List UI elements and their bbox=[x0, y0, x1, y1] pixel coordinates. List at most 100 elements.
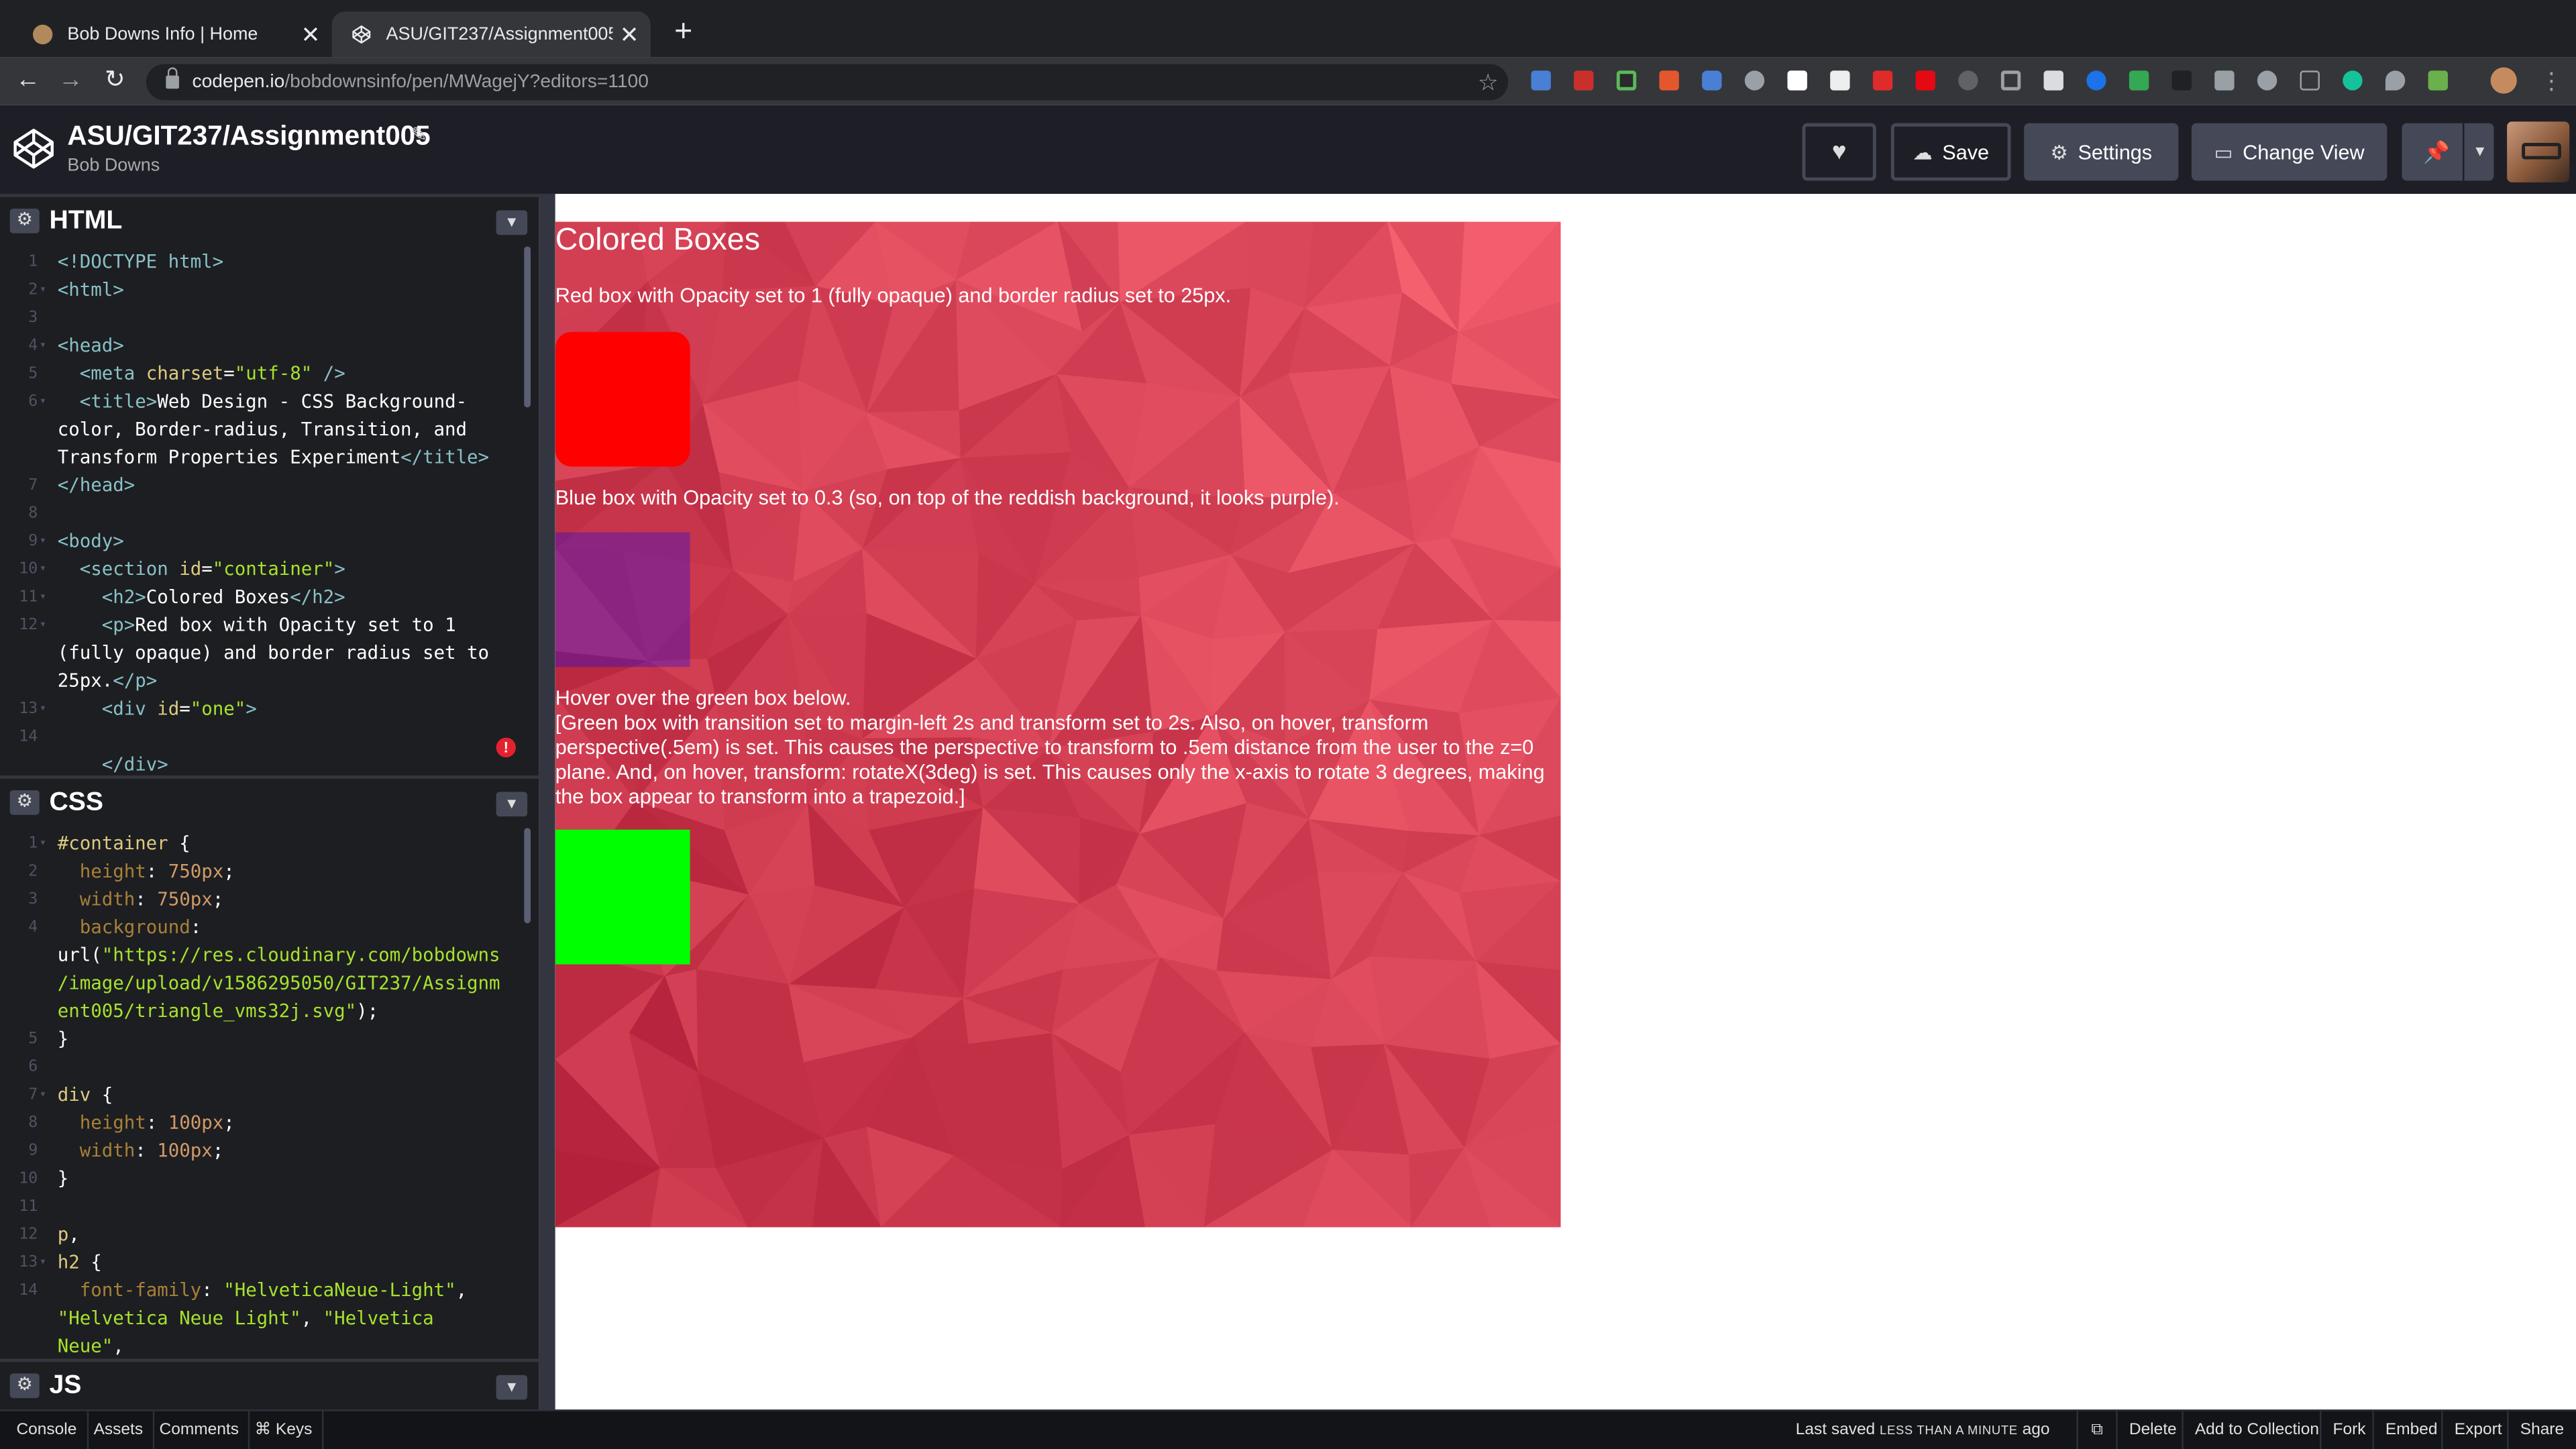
fold-arrow-icon[interactable]: ▾ bbox=[40, 276, 46, 304]
fold-arrow-icon[interactable]: ▾ bbox=[40, 583, 46, 611]
line-number: 1 bbox=[28, 835, 38, 853]
green-box[interactable] bbox=[555, 829, 690, 965]
css-pane-chevron-down-icon[interactable]: ▼ bbox=[496, 792, 528, 817]
gray-extension-icon[interactable] bbox=[1958, 70, 1978, 91]
translate-extension-icon[interactable] bbox=[1531, 70, 1551, 91]
code-text: </head> bbox=[58, 472, 135, 500]
pen-author[interactable]: Bob Downs bbox=[67, 156, 160, 176]
user-avatar[interactable] bbox=[2507, 121, 2570, 182]
stack-extension-icon[interactable] bbox=[2257, 70, 2277, 91]
red-extension-icon[interactable] bbox=[1574, 70, 1594, 91]
js-settings-gear-icon[interactable]: ⚙ bbox=[9, 1373, 40, 1399]
line-number: 10 bbox=[19, 560, 38, 579]
comments-button[interactable]: Comments bbox=[150, 1411, 251, 1449]
code-text: <head> bbox=[58, 332, 124, 360]
open-external-icon[interactable]: ⧉ bbox=[2076, 1411, 2116, 1449]
keys-button[interactable]: ⌘ Keys bbox=[245, 1411, 324, 1449]
js-pane-chevron-down-icon[interactable]: ▼ bbox=[496, 1375, 528, 1400]
instapaper-extension-icon[interactable] bbox=[1787, 70, 1807, 91]
chevron-down-icon[interactable]: ▼ bbox=[2463, 123, 2487, 181]
download-extension-icon[interactable] bbox=[2000, 70, 2021, 91]
code-text: background: bbox=[58, 914, 202, 942]
location-extension-icon[interactable] bbox=[2385, 70, 2406, 91]
editor-resize-handle[interactable] bbox=[539, 193, 555, 1410]
embed-button[interactable]: Embed bbox=[2372, 1411, 2449, 1449]
sheet-extension-icon[interactable] bbox=[2428, 70, 2448, 91]
close-tab-icon[interactable]: ✕ bbox=[612, 21, 645, 49]
edit-pencil-icon[interactable]: ✎ bbox=[411, 123, 427, 146]
fold-arrow-icon[interactable]: ▾ bbox=[40, 830, 46, 858]
share-button[interactable]: Share bbox=[2507, 1411, 2575, 1449]
camera-extension-icon[interactable] bbox=[1702, 70, 1722, 91]
code-token: (fully opaque) and border radius set to bbox=[57, 642, 490, 664]
fold-arrow-icon[interactable]: ▾ bbox=[40, 1081, 46, 1109]
css-code-editor[interactable]: 1 ▾ #container {2 height: 750px; 3 width: 7… bbox=[0, 826, 539, 1359]
code-token: /image/upload/v1586295050/GIT237/Assignm bbox=[57, 972, 500, 994]
profile-avatar-icon[interactable] bbox=[2490, 67, 2517, 94]
netflix-extension-icon[interactable] bbox=[1915, 70, 1935, 91]
code-token: Neue" bbox=[57, 1336, 113, 1357]
fold-arrow-icon[interactable]: ▾ bbox=[40, 695, 46, 723]
browser-tab-bob-downs-info[interactable]: Bob Downs Info | Home ✕ bbox=[13, 11, 332, 58]
css-settings-gear-icon[interactable]: ⚙ bbox=[9, 790, 40, 815]
html-code-editor[interactable]: 1 <!DOCTYPE html> 2 ▾ <html> 3 4 ▾ <head> 5 <meta… bbox=[0, 244, 539, 775]
screenshot-extension-icon[interactable] bbox=[2300, 70, 2320, 91]
html-settings-gear-icon[interactable]: ⚙ bbox=[9, 209, 40, 233]
line-number: 7 bbox=[28, 476, 38, 495]
html-editor-scrollbar[interactable] bbox=[524, 246, 531, 408]
hover-instruction: Hover over the green box below. bbox=[555, 686, 851, 710]
fold-arrow-icon[interactable]: ▾ bbox=[40, 611, 46, 639]
grammarly-extension-icon[interactable] bbox=[2343, 70, 2363, 91]
green-arrow-extension-icon[interactable] bbox=[1616, 70, 1637, 91]
console-button[interactable]: Console bbox=[7, 1411, 89, 1449]
w-extension-icon[interactable] bbox=[1830, 70, 1850, 91]
fold-arrow-icon[interactable]: ▾ bbox=[40, 332, 46, 360]
y-extension-icon[interactable] bbox=[2171, 70, 2192, 91]
code-token: font-family bbox=[79, 1279, 202, 1301]
like-button[interactable]: ♥ bbox=[1802, 123, 1876, 181]
line-number: 14 bbox=[19, 727, 38, 746]
line-number: 13 bbox=[19, 700, 38, 718]
code-text: /image/upload/v1586295050/GIT237/Assignm bbox=[58, 969, 500, 998]
last-saved-suffix: ago bbox=[2022, 1421, 2050, 1440]
code-token: </title> bbox=[400, 447, 490, 468]
css-editor-scrollbar[interactable] bbox=[524, 828, 531, 924]
code-text: width: 750px; bbox=[58, 885, 224, 914]
change-view-button[interactable]: ▭ Change View bbox=[2191, 123, 2387, 181]
html-pane-chevron-down-icon[interactable]: ▼ bbox=[496, 210, 528, 235]
fold-arrow-icon[interactable]: ▾ bbox=[40, 388, 46, 416]
close-tab-icon[interactable]: ✕ bbox=[294, 21, 327, 49]
pin-button[interactable]: 📌 ▼ bbox=[2402, 123, 2494, 181]
settings-button[interactable]: ⚙ Settings bbox=[2024, 123, 2179, 181]
export-button[interactable]: Export bbox=[2441, 1411, 2514, 1449]
dropbox-extension-icon[interactable] bbox=[2214, 70, 2235, 91]
onepassword-extension-icon[interactable] bbox=[2086, 70, 2106, 91]
code-token: : bbox=[135, 888, 158, 910]
s-extension-icon[interactable] bbox=[1872, 70, 1893, 91]
fold-arrow-icon[interactable]: ▾ bbox=[40, 555, 46, 584]
fork-button[interactable]: Fork bbox=[2319, 1411, 2377, 1449]
fold-arrow-icon[interactable]: ▾ bbox=[40, 1248, 46, 1277]
orange-extension-icon[interactable] bbox=[1659, 70, 1679, 91]
code-token: "one" bbox=[190, 698, 246, 720]
assets-button[interactable]: Assets bbox=[84, 1411, 155, 1449]
add-to-collection-button[interactable]: Add to Collection bbox=[2182, 1411, 2330, 1449]
screen: Bob Downs Info | Home ✕ ASU/GIT237/Assig… bbox=[0, 0, 2576, 1449]
new-tab-plus-icon[interactable]: + bbox=[667, 15, 700, 51]
code-token: width bbox=[79, 1140, 136, 1162]
browser-menu-icon[interactable]: ⋮ bbox=[2540, 64, 2563, 97]
code-token: : bbox=[190, 916, 202, 938]
code-text: <div id="one"> bbox=[58, 695, 257, 723]
codepen-logo-icon[interactable] bbox=[11, 127, 56, 171]
html-error-indicator-icon[interactable]: ! bbox=[496, 737, 516, 757]
delete-button[interactable]: Delete bbox=[2116, 1411, 2188, 1449]
browser-toolbar: ← → ↻ codepen.io/bobdownsinfo/pen/MWagej… bbox=[0, 57, 2576, 105]
fold-arrow-icon[interactable]: ▾ bbox=[40, 527, 46, 555]
save-button[interactable]: ☁ Save bbox=[1890, 123, 2011, 181]
browser-tab-codepen[interactable]: ASU/GIT237/Assignment005 ✕ bbox=[331, 11, 651, 58]
code-text: 25px.</p> bbox=[58, 667, 158, 695]
green-square-extension-icon[interactable] bbox=[2129, 70, 2149, 91]
drive-extension-icon[interactable] bbox=[1744, 70, 1765, 91]
pen-title[interactable]: ASU/GIT237/Assignment005 bbox=[67, 121, 430, 153]
folder-extension-icon[interactable] bbox=[2043, 70, 2063, 91]
